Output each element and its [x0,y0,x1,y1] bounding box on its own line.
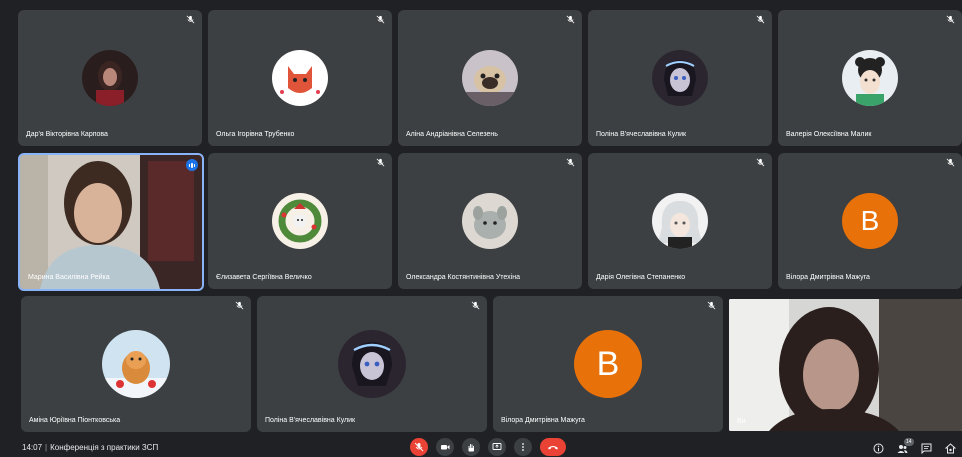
meeting-time: 14:07 [22,443,43,452]
participant-tile[interactable]: Поліна В'ячеславівна Кулик [588,10,772,146]
participant-avatar [338,330,406,398]
participant-name: Аліна Андріанівна Селезень [406,131,498,138]
participant-name: Вілора Дмитрівна Мажуга [501,417,585,424]
mic-off-icon [566,158,575,167]
meeting-details-button[interactable] [871,441,885,455]
participant-tile[interactable]: Дарія Олегівна Степаненко [588,153,772,289]
mic-off-icon [707,301,716,310]
participant-tile[interactable]: Аліна Андріанівна Селезень [398,10,582,146]
activities-icon [944,442,956,453]
activities-button[interactable] [943,441,957,455]
participant-tile[interactable]: Дар'я Вікторівна Карпова [18,10,202,146]
participant-name: Поліна В'ячеславівна Кулик [596,131,687,138]
participant-tile[interactable]: Ольга Ігорівна Трубенко [208,10,392,146]
participant-tile[interactable]: В Вілора Дмитрівна Мажуга [493,296,723,432]
participant-avatar [272,193,328,249]
participant-avatar [462,193,518,249]
participant-tile-speaking[interactable]: Марина Василівна Рейка [18,153,204,291]
meeting-title: Конференція з практики ЗСП [50,443,159,452]
participant-tile[interactable]: В Вілора Дмитрівна Мажуга [778,153,962,289]
participant-video [20,155,202,289]
participant-name: Марина Василівна Рейка [28,274,110,281]
separator: | [45,443,48,452]
raise-hand-icon [468,444,474,452]
mic-off-icon [471,301,480,310]
mic-off-icon [376,15,385,24]
participant-tile[interactable]: Валерія Олексіївна Малик [778,10,962,146]
mic-off-button-icon [414,442,424,452]
mic-off-icon [376,158,385,167]
participant-name-self: Ви [737,418,746,425]
participant-name: Валерія Олексіївна Малик [786,131,872,138]
mic-off-icon [566,15,575,24]
participant-name: Олександра Костянтинівна Утехіна [406,274,520,281]
participant-avatar [842,50,898,106]
raise-hand-button[interactable] [462,438,480,456]
participant-avatar [272,50,328,106]
self-view-tile[interactable]: Ви [729,299,962,431]
participant-name: Єлизавета Сергіївна Величко [216,274,312,281]
self-video [729,299,962,431]
present-screen-button[interactable] [488,438,506,456]
participant-avatar-letter: В [574,330,642,398]
mic-toggle-button[interactable] [410,438,428,456]
participant-name: Ольга Ігорівна Трубенко [216,131,295,138]
participant-count-badge: 14 [904,438,914,446]
hang-up-icon [548,446,558,450]
participant-name: Дарія Олегівна Степаненко [596,274,686,281]
chat-icon [921,443,931,454]
participant-tile[interactable]: Поліна В'ячеславівна Кулик [257,296,487,432]
info-icon [873,443,883,453]
participant-name: Поліна В'ячеславівна Кулик [265,417,356,424]
mic-off-icon [946,158,955,167]
chat-button[interactable] [919,441,933,455]
camera-toggle-button[interactable] [436,438,454,456]
mic-off-icon [756,158,765,167]
participant-avatar [82,50,138,106]
participant-avatar-letter: В [842,193,898,249]
participant-tile[interactable]: Аміна Юріївна Піонтковська [21,296,251,432]
participant-name: Вілора Дмитрівна Мажуга [786,274,870,281]
mic-off-icon [756,15,765,24]
participant-tile[interactable]: Єлизавета Сергіївна Величко [208,153,392,289]
more-options-button[interactable] [514,438,532,456]
speaking-indicator-icon [186,159,198,171]
present-icon [492,443,502,450]
mic-off-icon [186,15,195,24]
participant-name: Дар'я Вікторівна Карпова [26,131,108,138]
participant-avatar [462,50,518,106]
meeting-info: 14:07 | Конференція з практики ЗСП [22,443,158,452]
participant-avatar [652,50,708,106]
participant-avatar [102,330,170,398]
bottom-bar: 14:07 | Конференція з практики ЗСП 14 [0,437,962,457]
mic-off-icon [235,301,244,310]
people-button[interactable]: 14 [895,438,914,455]
mic-off-icon [946,15,955,24]
participant-tile[interactable]: Олександра Костянтинівна Утехіна [398,153,582,289]
participant-name: Аміна Юріївна Піонтковська [29,417,121,424]
leave-call-button[interactable] [540,438,566,456]
participant-avatar [652,193,708,249]
more-options-icon [522,443,524,451]
camera-icon [441,445,450,450]
